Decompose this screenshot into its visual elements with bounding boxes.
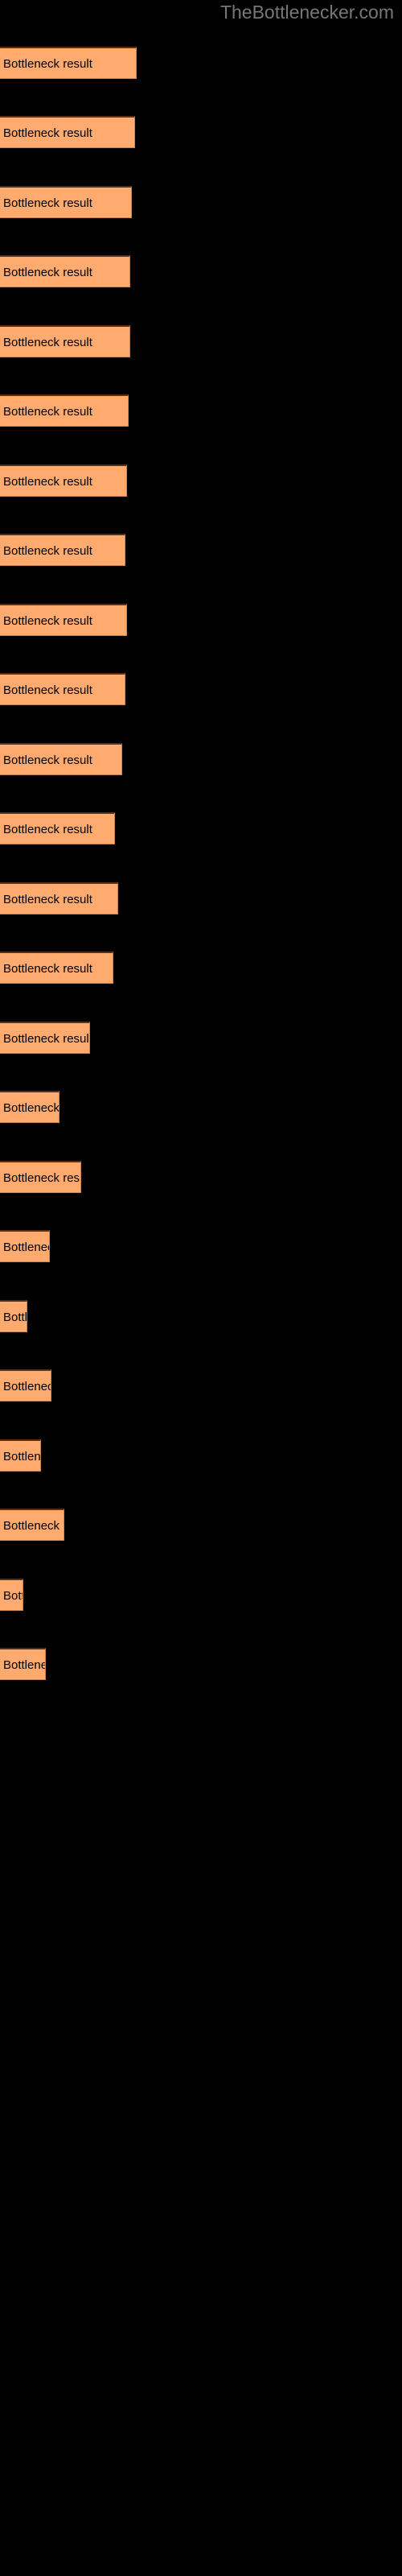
bar-row: Bottleneck result [0, 534, 125, 566]
bar[interactable]: Bottleneck result [0, 743, 122, 775]
bar-label: Bottleneck result [3, 196, 92, 210]
bar-row: Bottleneck result [0, 1022, 90, 1054]
bar[interactable]: Bottleneck result [0, 1230, 50, 1262]
bar[interactable]: Bottleneck result [0, 1161, 81, 1193]
bar[interactable]: Bottleneck result [0, 952, 113, 984]
bar[interactable]: Bottleneck result [0, 325, 130, 357]
bar-row: Bottleneck result [0, 116, 135, 148]
bar[interactable]: Bottleneck result [0, 1091, 59, 1123]
bar-row: Bottleneck result [0, 1300, 27, 1332]
bar[interactable]: Bottleneck result [0, 882, 118, 914]
bottleneck-chart: TheBottlenecker.com Bottleneck result Bot… [0, 0, 402, 2576]
bar-row: Bottleneck result [0, 604, 127, 636]
bar[interactable]: Bottleneck result [0, 394, 129, 427]
bar-row: Bottleneck result [0, 325, 130, 357]
bar-row: Bottleneck result [0, 186, 132, 218]
bar-series: Bottleneck result Bottleneck result Bottle… [0, 0, 402, 2576]
bar-row: Bottleneck result [0, 1648, 46, 1680]
bar-row: Bottleneck result [0, 1439, 41, 1472]
bar-row: Bottleneck result [0, 812, 115, 844]
bar[interactable]: Bottleneck result [0, 1300, 27, 1332]
bar-label: Bottleneck result [3, 683, 92, 697]
bar-label: Bottleneck result [3, 753, 92, 767]
bar-row: Bottleneck result [0, 1161, 81, 1193]
bar-row: Bottleneck result [0, 1369, 51, 1402]
bar[interactable]: Bottleneck result [0, 1579, 23, 1611]
bar-label: Bottleneck result [3, 1519, 64, 1533]
bar-row: Bottleneck result [0, 47, 137, 79]
bar-row: Bottleneck result [0, 255, 130, 287]
bar-row: Bottleneck result [0, 1509, 64, 1541]
bar-label: Bottleneck result [3, 1311, 27, 1324]
bar[interactable]: Bottleneck result [0, 534, 125, 566]
bar-label: Bottleneck result [3, 614, 92, 628]
bar-row: Bottleneck result [0, 1091, 59, 1123]
bar-label: Bottleneck result [3, 1101, 59, 1115]
bar-label: Bottleneck result [3, 405, 92, 419]
bar-label: Bottleneck result [3, 1171, 80, 1185]
bar-label: Bottleneck result [3, 1450, 41, 1463]
bar-label: Bottleneck result [3, 57, 92, 71]
bar-label: Bottleneck result [3, 823, 92, 836]
bar[interactable]: Bottleneck result [0, 1369, 51, 1402]
bar-label: Bottleneck result [3, 1241, 49, 1254]
bar-label: Bottleneck result [3, 266, 92, 279]
bar-row: Bottleneck result [0, 952, 113, 984]
bar-label: Bottleneck result [3, 544, 92, 558]
bar[interactable]: Bottleneck result [0, 255, 130, 287]
bar-label: Bottleneck result [3, 1032, 90, 1046]
bar[interactable]: Bottleneck result [0, 464, 127, 497]
bar[interactable]: Bottleneck result [0, 812, 115, 844]
bar[interactable]: Bottleneck result [0, 1022, 90, 1054]
bar[interactable]: Bottleneck result [0, 47, 137, 79]
bar[interactable]: Bottleneck result [0, 1509, 64, 1541]
bar-label: Bottleneck result [3, 336, 92, 349]
bar-row: Bottleneck result [0, 394, 129, 427]
bar-row: Bottleneck result [0, 1230, 50, 1262]
bar[interactable]: Bottleneck result [0, 1439, 41, 1472]
bar-row: Bottleneck result [0, 743, 122, 775]
bar-row: Bottleneck result [0, 1579, 23, 1611]
bar-row: Bottleneck result [0, 673, 125, 705]
bar[interactable]: Bottleneck result [0, 186, 132, 218]
bar[interactable]: Bottleneck result [0, 673, 125, 705]
bar[interactable]: Bottleneck result [0, 116, 135, 148]
bar-row: Bottleneck result [0, 464, 127, 497]
bar-label: Bottleneck result [3, 1658, 45, 1672]
bar[interactable]: Bottleneck result [0, 604, 127, 636]
bar-label: Bottleneck result [3, 893, 92, 906]
bar[interactable]: Bottleneck result [0, 1648, 46, 1680]
bar-label: Bottleneck result [3, 475, 92, 489]
bar-label: Bottleneck result [3, 1589, 23, 1603]
bar-label: Bottleneck result [3, 126, 92, 140]
bar-row: Bottleneck result [0, 882, 118, 914]
bar-label: Bottleneck result [3, 1380, 51, 1393]
bar-label: Bottleneck result [3, 962, 92, 976]
